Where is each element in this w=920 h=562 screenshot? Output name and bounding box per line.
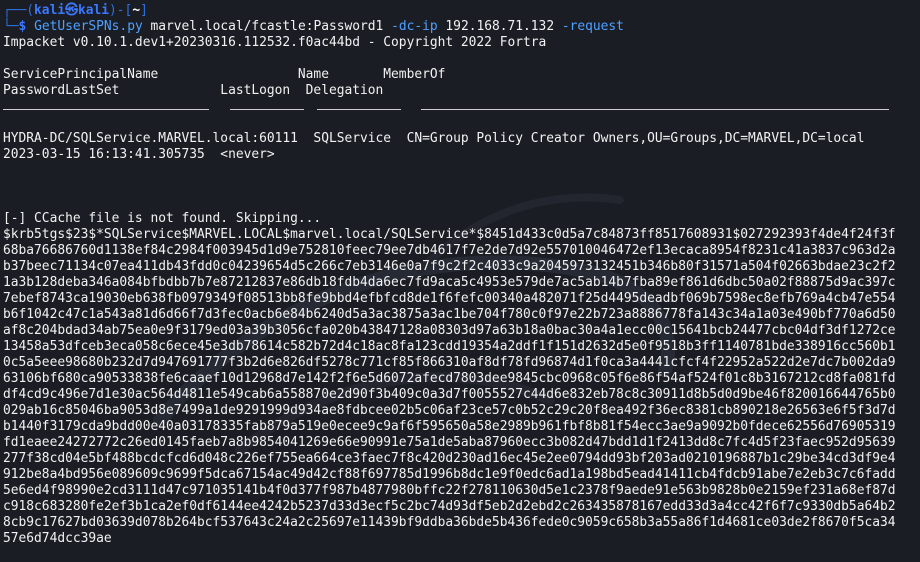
command-name: GetUserSPNs.py <box>34 19 143 34</box>
table-header-rules <box>3 99 917 115</box>
terminal-window[interactable]: ┌──(kali㉿kali)-[~] └─$ GetUserSPNs.py ma… <box>0 0 920 562</box>
table-row-1: HYDRA-DC/SQLService.MARVEL.local:60111 S… <box>3 131 865 146</box>
kerberos-tgs-hash[interactable]: $krb5tgs$23$*SQLService$MARVEL.LOCAL$mar… <box>3 227 903 547</box>
rule-memberof <box>421 109 889 110</box>
prompt-frame-mid: )-[ <box>109 3 133 18</box>
command-flag-request: -request <box>561 19 624 34</box>
table-header-row-2: PasswordLastSet LastLogon Delegation <box>3 83 384 98</box>
prompt-cwd: ~ <box>132 3 141 18</box>
ccache-message: [-] CCache file is not found. Skipping..… <box>3 211 322 226</box>
command-dc-ip: 192.168.71.132 <box>445 19 555 34</box>
prompt-line-2[interactable]: └─$ GetUserSPNs.py marvel.local/fcastle:… <box>3 19 917 35</box>
table-row-2: 2023-03-15 16:13:41.305735 <never> <box>3 147 275 162</box>
prompt-symbol: $ <box>18 19 27 34</box>
command-target: marvel.local/fcastle:Password1 <box>150 19 384 34</box>
rule-lastlogon <box>230 109 304 110</box>
rule-delegation <box>317 109 401 110</box>
table-header-row-1: ServicePrincipalName Name MemberOf <box>3 67 446 82</box>
rule-spn <box>3 109 209 110</box>
prompt-frame-corner: └─ <box>3 19 19 34</box>
command-flag-dc-ip: -dc-ip <box>391 19 438 34</box>
prompt-frame-end: ] <box>140 3 148 18</box>
impacket-banner: Impacket v0.10.1.dev1+20230316.112532.f0… <box>3 35 547 50</box>
prompt-line-1: ┌──(kali㉿kali)-[~] <box>3 3 917 19</box>
terminal-output: ┌──(kali㉿kali)-[~] └─$ GetUserSPNs.py ma… <box>3 3 917 547</box>
prompt-frame-start: ┌──( <box>3 3 35 18</box>
prompt-user-host: kali㉿kali <box>34 3 110 18</box>
